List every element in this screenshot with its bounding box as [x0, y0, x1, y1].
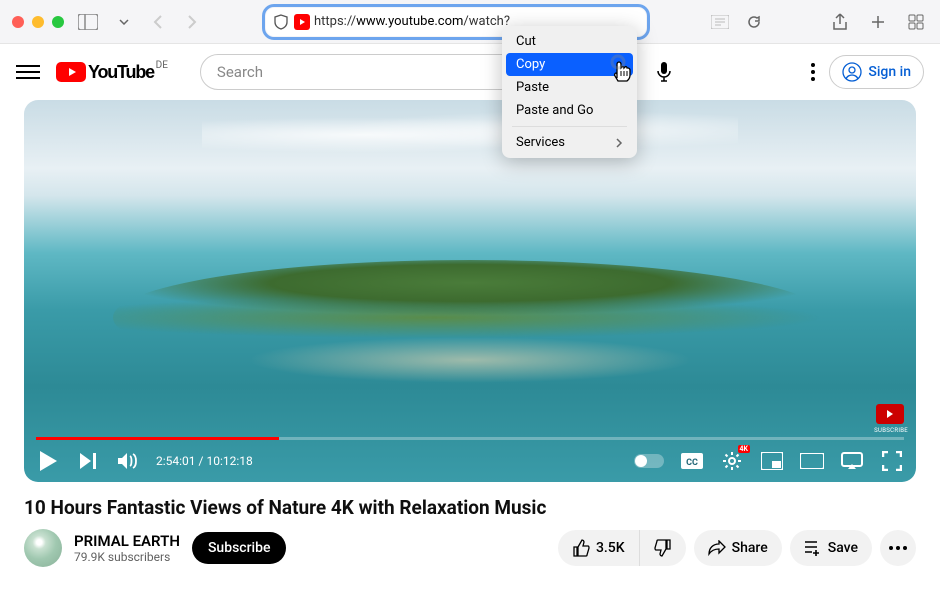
youtube-favicon-icon: [294, 14, 310, 30]
channel-info: PRIMAL EARTH 79.9K subscribers: [74, 532, 180, 564]
play-button[interactable]: [36, 449, 60, 473]
video-title: 10 Hours Fantastic Views of Nature 4K wi…: [24, 496, 916, 519]
dislike-button[interactable]: [640, 530, 686, 566]
maximize-window-button[interactable]: [52, 16, 64, 28]
privacy-shield-icon[interactable]: [272, 13, 290, 31]
miniplayer-button[interactable]: [760, 449, 784, 473]
youtube-logo[interactable]: YouTube DE: [56, 62, 154, 83]
theater-mode-button[interactable]: [800, 449, 824, 473]
search-placeholder: Search: [217, 63, 263, 81]
forward-button[interactable]: [180, 10, 204, 34]
settings-menu-button[interactable]: [811, 63, 815, 81]
autoplay-toggle[interactable]: [634, 454, 664, 468]
quality-badge: 4K: [738, 445, 750, 453]
video-meta: 10 Hours Fantastic Views of Nature 4K wi…: [0, 482, 940, 581]
more-actions-button[interactable]: [880, 530, 916, 566]
time-display: 2:54:01 / 10:12:18: [156, 454, 253, 468]
save-button[interactable]: Save: [790, 530, 872, 566]
like-dislike-group: 3.5K: [558, 530, 686, 566]
youtube-logo-text: YouTube: [88, 62, 154, 83]
channel-name[interactable]: PRIMAL EARTH: [74, 532, 180, 550]
signin-button[interactable]: Sign in: [829, 55, 924, 89]
channel-avatar[interactable]: [24, 529, 62, 567]
menu-item-services[interactable]: Services: [506, 131, 633, 154]
video-scene-detail: [247, 337, 693, 383]
volume-button[interactable]: [116, 449, 140, 473]
microphone-icon: [656, 61, 672, 83]
next-button[interactable]: [76, 449, 100, 473]
subscriber-count: 79.9K subscribers: [74, 550, 180, 564]
window-controls: [12, 16, 64, 28]
video-player[interactable]: SUBSCRIBE 2:54:01 / 10:12:18 CC: [24, 100, 916, 482]
chevron-right-icon: [616, 138, 623, 148]
watermark-label: SUBSCRIBE: [874, 427, 908, 434]
channel-row: PRIMAL EARTH 79.9K subscribers Subscribe…: [24, 529, 916, 567]
menu-divider: [512, 126, 627, 127]
ellipsis-icon: [889, 546, 907, 550]
user-icon: [842, 62, 862, 82]
youtube-header: YouTube DE Search Sign in: [0, 44, 940, 100]
url-context-menu: Cut Copy Paste Paste and Go Services: [502, 26, 637, 158]
reader-mode-button[interactable]: [708, 10, 732, 34]
menu-item-cut[interactable]: Cut: [506, 30, 633, 53]
hamburger-menu-button[interactable]: [16, 65, 40, 79]
share-button-video[interactable]: Share: [694, 530, 782, 566]
duration: 10:12:18: [206, 454, 252, 468]
region-label: DE: [156, 60, 168, 71]
close-window-button[interactable]: [12, 16, 24, 28]
url-path: /watch?: [463, 14, 510, 29]
tab-overview-button[interactable]: [904, 10, 928, 34]
captions-button[interactable]: CC: [680, 449, 704, 473]
signin-label: Sign in: [868, 64, 911, 80]
playlist-add-icon: [804, 540, 822, 556]
reload-button[interactable]: [742, 10, 766, 34]
youtube-logo-icon: [56, 62, 86, 82]
chevron-down-icon[interactable]: [112, 10, 136, 34]
share-label: Share: [732, 540, 768, 556]
video-area: SUBSCRIBE 2:54:01 / 10:12:18 CC: [0, 100, 940, 482]
share-icon: [708, 540, 726, 556]
save-label: Save: [828, 540, 858, 556]
current-time: 2:54:01: [156, 454, 196, 468]
sidebar-toggle-button[interactable]: [74, 10, 102, 34]
menu-item-paste-and-go[interactable]: Paste and Go: [506, 99, 633, 122]
menu-item-paste[interactable]: Paste: [506, 76, 633, 99]
channel-watermark-icon[interactable]: [876, 404, 904, 424]
thumbs-up-icon: [572, 539, 590, 557]
settings-button[interactable]: 4K: [720, 449, 744, 473]
back-button[interactable]: [146, 10, 170, 34]
browser-toolbar: https://www.youtube.com/watch?: [0, 0, 940, 44]
new-tab-button[interactable]: [866, 10, 890, 34]
svg-text:CC: CC: [686, 458, 698, 468]
voice-search-button[interactable]: [644, 52, 684, 92]
url-scheme: https://: [314, 14, 356, 29]
airplay-button[interactable]: [840, 449, 864, 473]
player-controls: 2:54:01 / 10:12:18 CC 4K: [24, 440, 916, 482]
action-buttons: 3.5K Share Save: [558, 530, 916, 566]
minimize-window-button[interactable]: [32, 16, 44, 28]
like-button[interactable]: 3.5K: [558, 530, 640, 566]
like-count: 3.5K: [596, 540, 625, 556]
thumbs-down-icon: [654, 539, 672, 557]
fullscreen-button[interactable]: [880, 449, 904, 473]
share-button[interactable]: [828, 10, 852, 34]
menu-item-copy[interactable]: Copy: [506, 53, 633, 76]
url-domain: www.youtube.com: [356, 14, 463, 29]
subscribe-button[interactable]: Subscribe: [192, 532, 287, 564]
